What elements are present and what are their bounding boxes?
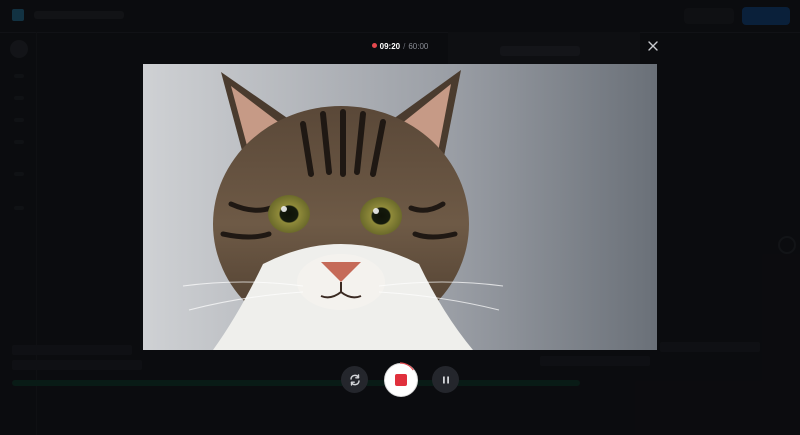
elapsed-time: 09:20 [379, 42, 401, 51]
camera-preview [143, 64, 657, 350]
recording-progress-ring [383, 362, 417, 396]
switch-camera-button[interactable] [341, 366, 368, 393]
recording-indicator-icon [371, 43, 377, 49]
pause-icon [442, 376, 449, 383]
close-icon [648, 41, 658, 51]
switch-camera-icon [349, 373, 360, 386]
close-button[interactable] [645, 38, 661, 54]
recording-timer: 09:20/60:00 [0, 42, 800, 51]
cat-photo [143, 64, 657, 350]
pause-button[interactable] [432, 366, 459, 393]
time-limit: 60:00 [408, 42, 429, 51]
time-separator: / [403, 42, 406, 51]
stop-recording-button[interactable] [383, 362, 418, 397]
